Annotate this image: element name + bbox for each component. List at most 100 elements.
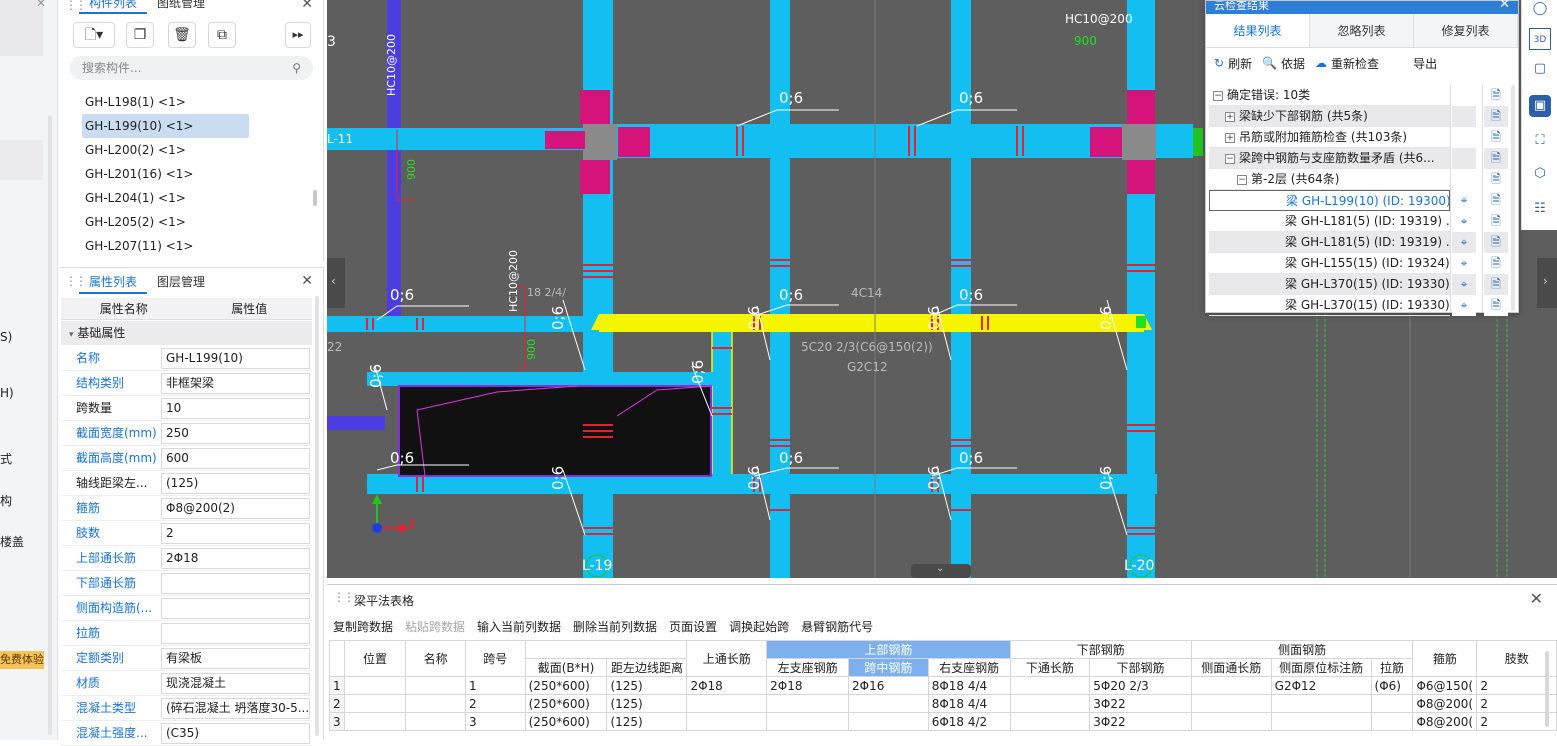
detail-doc-icon[interactable]: 🗎: [1484, 211, 1508, 232]
close-icon[interactable]: ✕: [301, 273, 313, 289]
detail-doc-icon[interactable]: 🗎: [1484, 169, 1508, 190]
property-value-field[interactable]: 600: [161, 448, 310, 469]
table-row[interactable]: 2 2 (250*600) (125) 8Φ18 4/4 3Φ22 Φ8@200(2: [329, 694, 1557, 713]
check-result-row[interactable]: + 梁缺少下部钢筋 (共5条): [1209, 106, 1450, 127]
table-cell-tie[interactable]: [1370, 712, 1414, 731]
collapse-icon[interactable]: −: [1213, 90, 1223, 101]
table-cell-sorig[interactable]: G2Φ12: [1270, 676, 1372, 695]
basis-icon[interactable]: 🔍: [1262, 56, 1277, 70]
basis-button[interactable]: 依据: [1281, 55, 1305, 72]
table-toolbar-button[interactable]: 页面设置: [669, 620, 717, 634]
property-value-field[interactable]: [161, 623, 310, 644]
property-value-field[interactable]: 现浇混凝土: [161, 673, 310, 694]
recheck-button[interactable]: 重新检查: [1331, 55, 1379, 72]
property-value-field[interactable]: (碎石混凝土 坍落度30-5...: [161, 698, 310, 719]
table-cell-bthrough[interactable]: [1009, 676, 1091, 695]
free-trial-badge[interactable]: 免费体验: [0, 651, 44, 669]
table-cell-left[interactable]: 2Φ18: [766, 676, 849, 695]
table-cell-left[interactable]: [766, 694, 849, 713]
table-cell-pos[interactable]: [343, 676, 407, 695]
table-cell-tie[interactable]: (Φ6): [1370, 676, 1414, 695]
list-scrollbar[interactable]: [313, 190, 317, 206]
check-result-row[interactable]: 梁 GH-L155(15) (ID: 19324) ...: [1209, 253, 1450, 274]
locate-icon[interactable]: ⌖: [1452, 211, 1476, 232]
table-cell-sthrough[interactable]: [1190, 676, 1272, 695]
property-value-field[interactable]: 10: [161, 398, 310, 419]
check-result-row[interactable]: − 梁跨中钢筋与支座筋数量矛盾 (共6...: [1209, 148, 1450, 169]
solid-cube-icon[interactable]: ▣: [1529, 95, 1551, 117]
report-icon[interactable]: ☷: [1529, 198, 1551, 220]
box-view-icon[interactable]: ⬡: [1529, 163, 1551, 185]
detail-doc-icon[interactable]: 🗎: [1484, 295, 1508, 316]
delete-button[interactable]: 🗑: [168, 22, 196, 48]
more-button[interactable]: ▸▸: [285, 22, 311, 48]
detail-doc-icon[interactable]: 🗎: [1484, 274, 1508, 295]
chevron-down-icon[interactable]: ⌄: [936, 563, 944, 574]
table-cell-offset[interactable]: (125): [606, 694, 688, 713]
check-result-row[interactable]: 梁 GH-L370(15) (ID: 19330) ...: [1209, 274, 1450, 295]
locate-icon[interactable]: ⌖: [1452, 253, 1476, 274]
export-button[interactable]: 导出: [1413, 55, 1437, 72]
list-item[interactable]: GH-L199(10) <1>: [82, 114, 249, 138]
table-cell-bottom[interactable]: 3Φ22: [1089, 712, 1192, 731]
table-cell-n[interactable]: 1: [329, 676, 345, 695]
table-cell-stirrup[interactable]: Φ8@200(: [1412, 712, 1478, 731]
close-icon[interactable]: ✕: [36, 0, 46, 10]
table-cell-right[interactable]: 8Φ18 4/4: [927, 694, 1011, 713]
list-item[interactable]: GH-L200(2) <1>: [82, 138, 249, 162]
table-scrollbar[interactable]: [1545, 651, 1549, 727]
table-cell-n[interactable]: 2: [329, 694, 345, 713]
detail-doc-icon[interactable]: 🗎: [1484, 127, 1508, 148]
list-item[interactable]: GH-L201(16) <1>: [82, 162, 249, 186]
table-cell-span[interactable]: 3: [464, 712, 526, 731]
table-cell-name[interactable]: [405, 694, 466, 713]
property-value-field[interactable]: 有梁板: [161, 648, 310, 669]
expand-icon[interactable]: +: [1225, 132, 1235, 143]
refresh-button[interactable]: 刷新: [1228, 55, 1252, 72]
close-icon[interactable]: ✕: [1530, 589, 1543, 608]
table-cell-bottom[interactable]: 5Φ20 2/3: [1089, 676, 1192, 695]
detail-doc-icon[interactable]: 🗎: [1484, 232, 1508, 253]
table-cell-sthrough[interactable]: [1190, 712, 1272, 731]
table-cell-section[interactable]: (250*600): [524, 694, 608, 713]
table-cell-left[interactable]: [766, 712, 849, 731]
table-cell-bthrough[interactable]: [1009, 712, 1091, 731]
fit-view-icon[interactable]: ⛶: [1529, 130, 1551, 152]
property-value-field[interactable]: (125): [161, 473, 310, 494]
collapse-icon[interactable]: −: [1225, 153, 1235, 164]
table-cell-offset[interactable]: (125): [606, 676, 688, 695]
list-item[interactable]: GH-L207(11) <1>: [82, 234, 249, 258]
detail-doc-icon[interactable]: 🗎: [1484, 106, 1508, 127]
cloud-icon[interactable]: ☁: [1315, 56, 1327, 70]
table-cell-section[interactable]: (250*600): [524, 676, 608, 695]
tab-ignored[interactable]: 忽略列表: [1310, 14, 1414, 47]
check-result-row[interactable]: + 吊筋或附加箍筋检查 (共103条): [1209, 127, 1450, 148]
table-cell-span[interactable]: 2: [464, 694, 526, 713]
table-cell-mid[interactable]: 2Φ16: [848, 676, 929, 695]
table-cell-sorig[interactable]: [1270, 694, 1372, 713]
close-icon[interactable]: ✕: [1499, 0, 1510, 12]
table-cell-n[interactable]: 3: [329, 712, 345, 731]
copy-button[interactable]: ❐: [126, 22, 154, 48]
sphere-icon[interactable]: ◯: [1529, 0, 1551, 20]
cube-icon[interactable]: ▢: [1529, 58, 1551, 80]
property-scrollbar[interactable]: [315, 296, 319, 736]
tab-drawing-manage[interactable]: 图纸管理: [147, 0, 215, 14]
table-toolbar-button[interactable]: 悬臂钢筋代号: [801, 620, 873, 634]
locate-icon[interactable]: ⌖: [1452, 190, 1476, 211]
table-cell-sorig[interactable]: [1270, 712, 1372, 731]
property-value-field[interactable]: 250: [161, 423, 310, 444]
refresh-icon[interactable]: ↻: [1214, 56, 1224, 70]
table-cell-stirrup[interactable]: Φ6@150(: [1412, 676, 1478, 695]
table-row[interactable]: 3 3 (250*600) (125) 6Φ18 4/2 3Φ22 Φ8@200(2: [329, 712, 1557, 731]
table-cell-name[interactable]: [405, 712, 466, 731]
detail-doc-icon[interactable]: 🗎: [1484, 190, 1508, 211]
tab-fixed[interactable]: 修复列表: [1414, 14, 1518, 47]
locate-icon[interactable]: ⌖: [1452, 295, 1476, 316]
check-result-row[interactable]: 梁 GH-L181(5) (ID: 19319) ...: [1209, 232, 1450, 253]
new-component-button[interactable]: 🗋▾: [73, 22, 115, 48]
tab-component-list[interactable]: 构件列表: [79, 0, 148, 14]
detail-doc-icon[interactable]: 🗎: [1484, 148, 1508, 169]
close-icon[interactable]: ✕: [301, 0, 313, 12]
property-value-field[interactable]: GH-L199(10): [161, 348, 310, 369]
